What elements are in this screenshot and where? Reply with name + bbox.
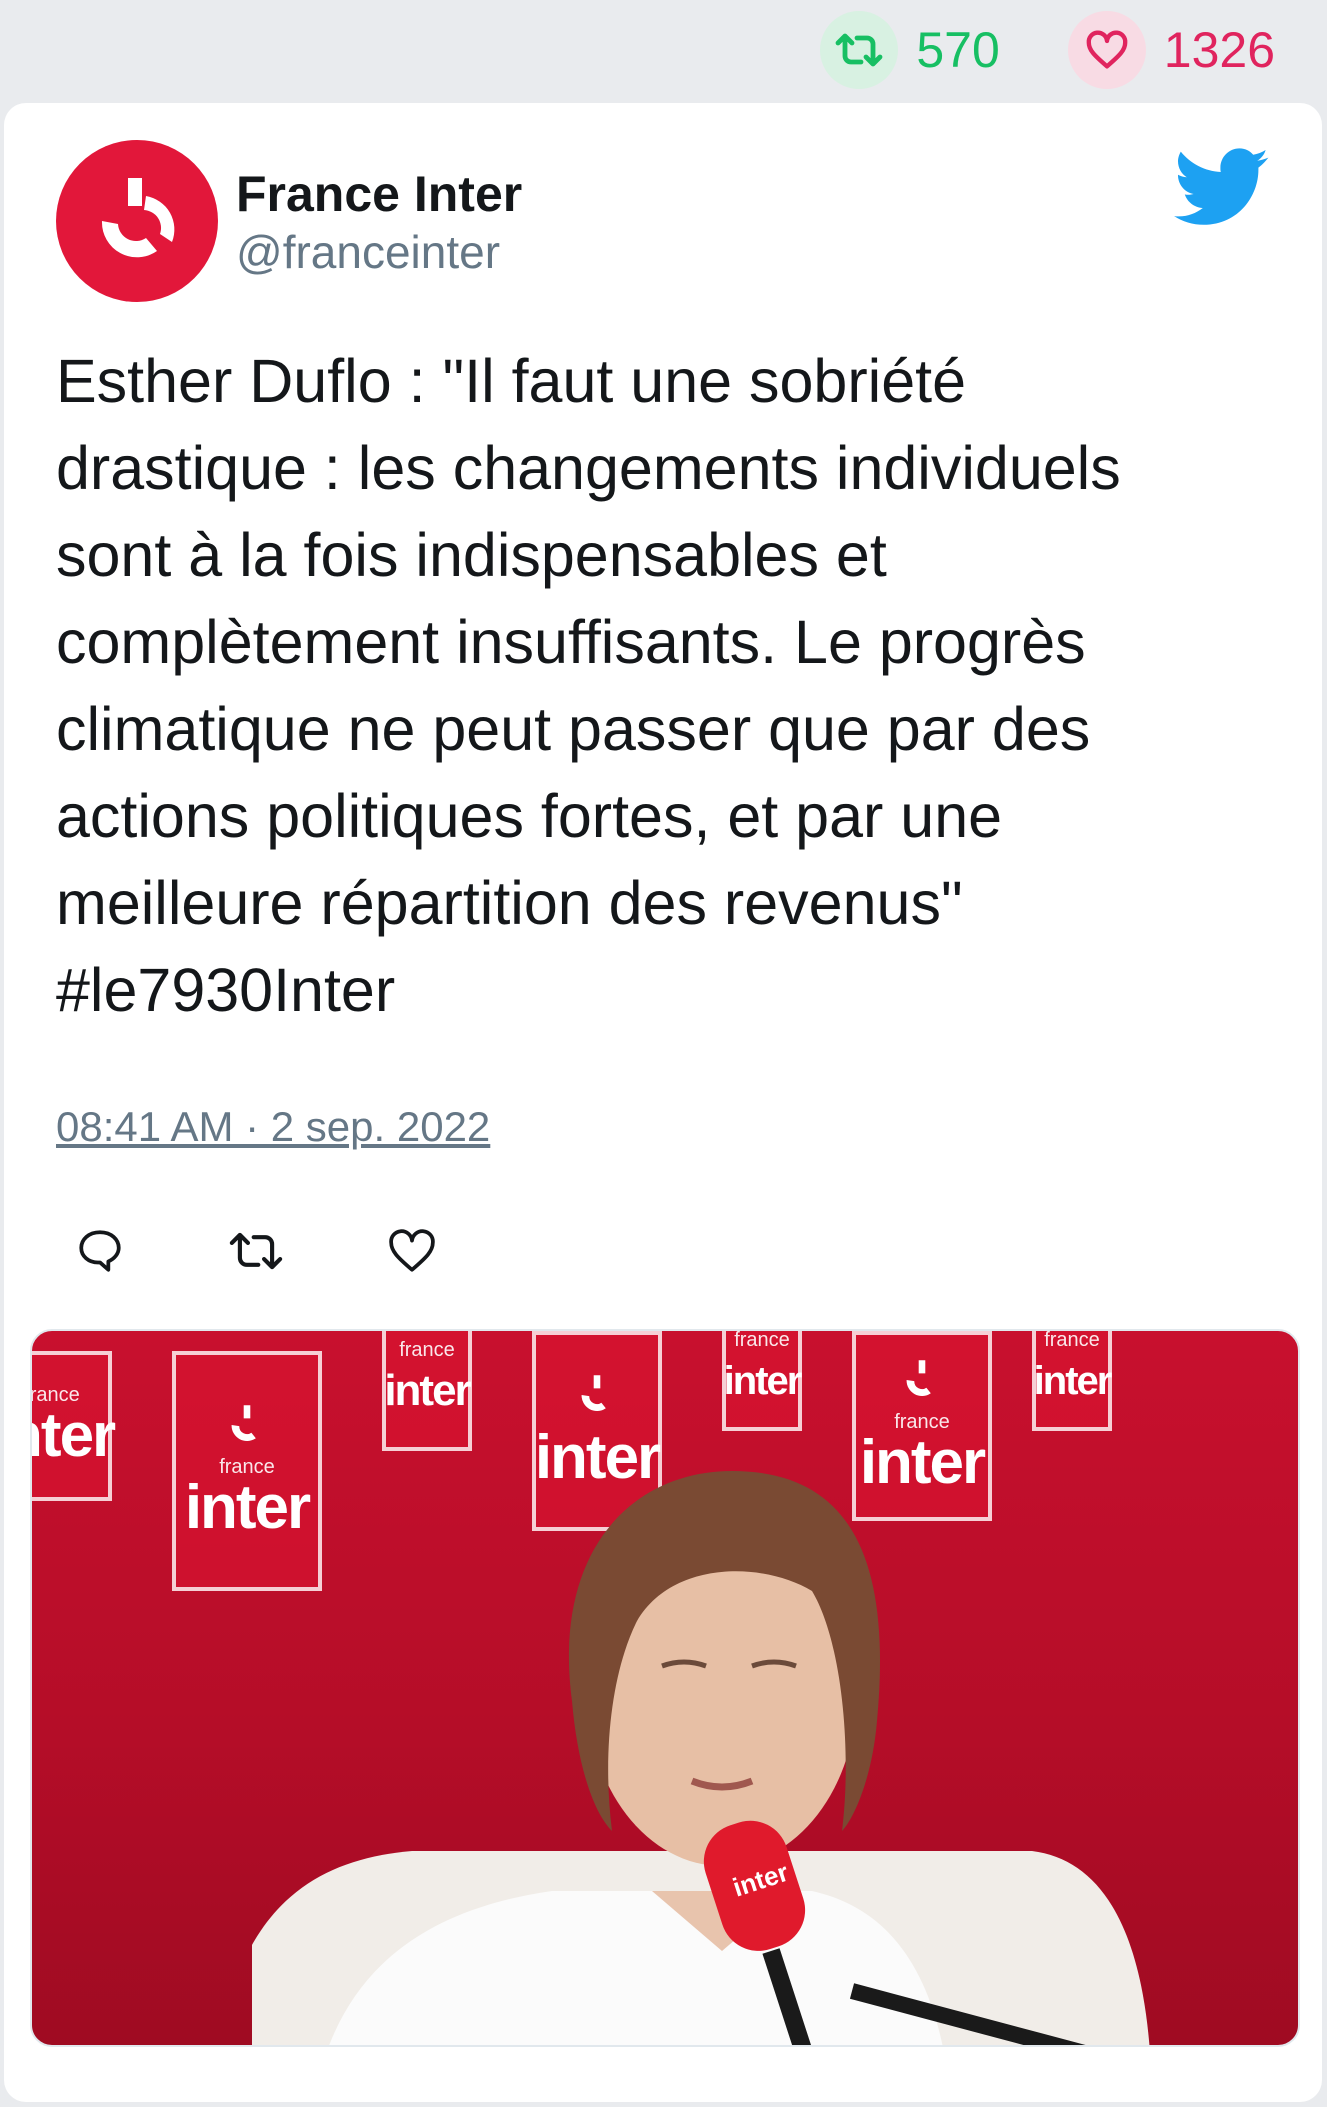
speaker-illustration: inter: [252, 1471, 1150, 2045]
avatar[interactable]: [56, 140, 218, 302]
retweet-icon: [820, 11, 899, 89]
retweet-count-label: 570: [916, 22, 1000, 78]
france-inter-logo-icon: [101, 178, 175, 258]
tweet-text: Esther Duflo : "Il faut une sobriété dra…: [56, 347, 1121, 1024]
tweet-timestamp[interactable]: 08:41 AM · 2 sep. 2022: [56, 1103, 490, 1151]
tweet-actions: [72, 1223, 440, 1279]
tweet-media-image[interactable]: france inter france inter france inter i…: [30, 1329, 1300, 2047]
tweet-card: France Inter @franceinter Esther Duflo :…: [4, 103, 1322, 2102]
like-count-label: 1326: [1163, 22, 1275, 78]
author-handle[interactable]: @franceinter: [236, 225, 500, 279]
retweet-action-icon[interactable]: [228, 1223, 284, 1279]
author-name[interactable]: France Inter: [236, 165, 522, 223]
twitter-bird-icon[interactable]: [1174, 148, 1270, 228]
reply-icon[interactable]: [72, 1223, 128, 1279]
like-count[interactable]: 1326: [1067, 11, 1275, 89]
heart-icon: [1067, 11, 1146, 89]
engagement-bar: 570 1326: [0, 0, 1327, 100]
like-action-icon[interactable]: [384, 1223, 440, 1279]
backdrop-logo-panel: france inter: [32, 1351, 116, 1501]
retweet-count[interactable]: 570: [820, 11, 1000, 89]
